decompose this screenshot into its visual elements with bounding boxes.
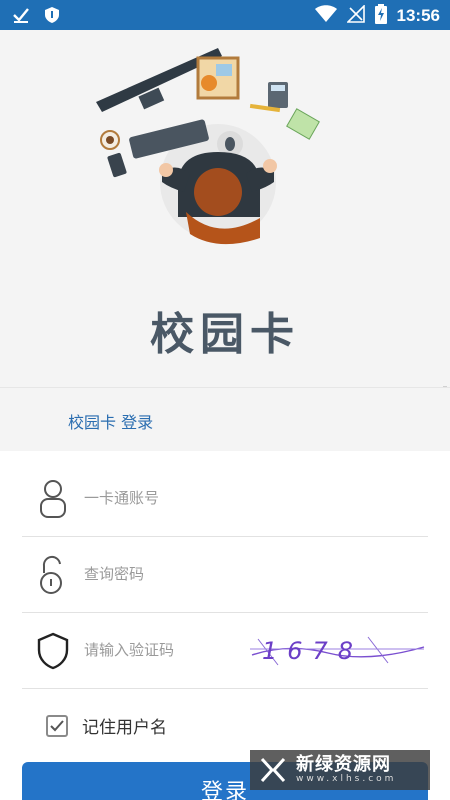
remember-checkbox[interactable]	[46, 714, 68, 737]
user-icon	[40, 480, 66, 518]
password-input[interactable]	[84, 561, 284, 587]
signal-icon	[345, 4, 365, 27]
lock-icon	[40, 555, 62, 594]
captcha-text: 1678	[262, 637, 363, 665]
password-row	[22, 537, 428, 613]
check-icon	[50, 719, 64, 731]
remember-label: 记住用户名	[82, 718, 167, 738]
login-form: 1678 记住用户名	[0, 451, 450, 800]
shield-icon	[44, 6, 60, 28]
watermark-sub: www.xlhs.com	[296, 774, 397, 784]
hero-section: 校园卡	[0, 30, 450, 386]
watermark: 新绿资源网 www.xlhs.com	[250, 750, 430, 790]
status-bar: 13:56	[0, 0, 450, 30]
watermark-logo-icon	[260, 757, 286, 783]
tab-campus-card-login[interactable]: 校园卡 登录	[68, 409, 153, 433]
person-at-desk-illustration	[96, 48, 320, 245]
login-tab-bar: 校园卡 登录	[0, 387, 450, 451]
captcha-image[interactable]: 1678	[248, 629, 428, 671]
account-row	[22, 461, 428, 537]
app-title: 校园卡	[150, 309, 300, 360]
captcha-row: 1678	[22, 613, 428, 689]
wifi-icon	[314, 5, 337, 27]
status-time: 13:56	[396, 6, 440, 25]
download-done-icon	[12, 6, 30, 28]
watermark-text: 新绿资源网	[296, 754, 391, 775]
account-input[interactable]	[84, 485, 284, 511]
shield-outline-icon	[37, 632, 69, 670]
battery-charging-icon	[374, 4, 387, 28]
remember-username[interactable]: 记住用户名	[46, 713, 167, 738]
